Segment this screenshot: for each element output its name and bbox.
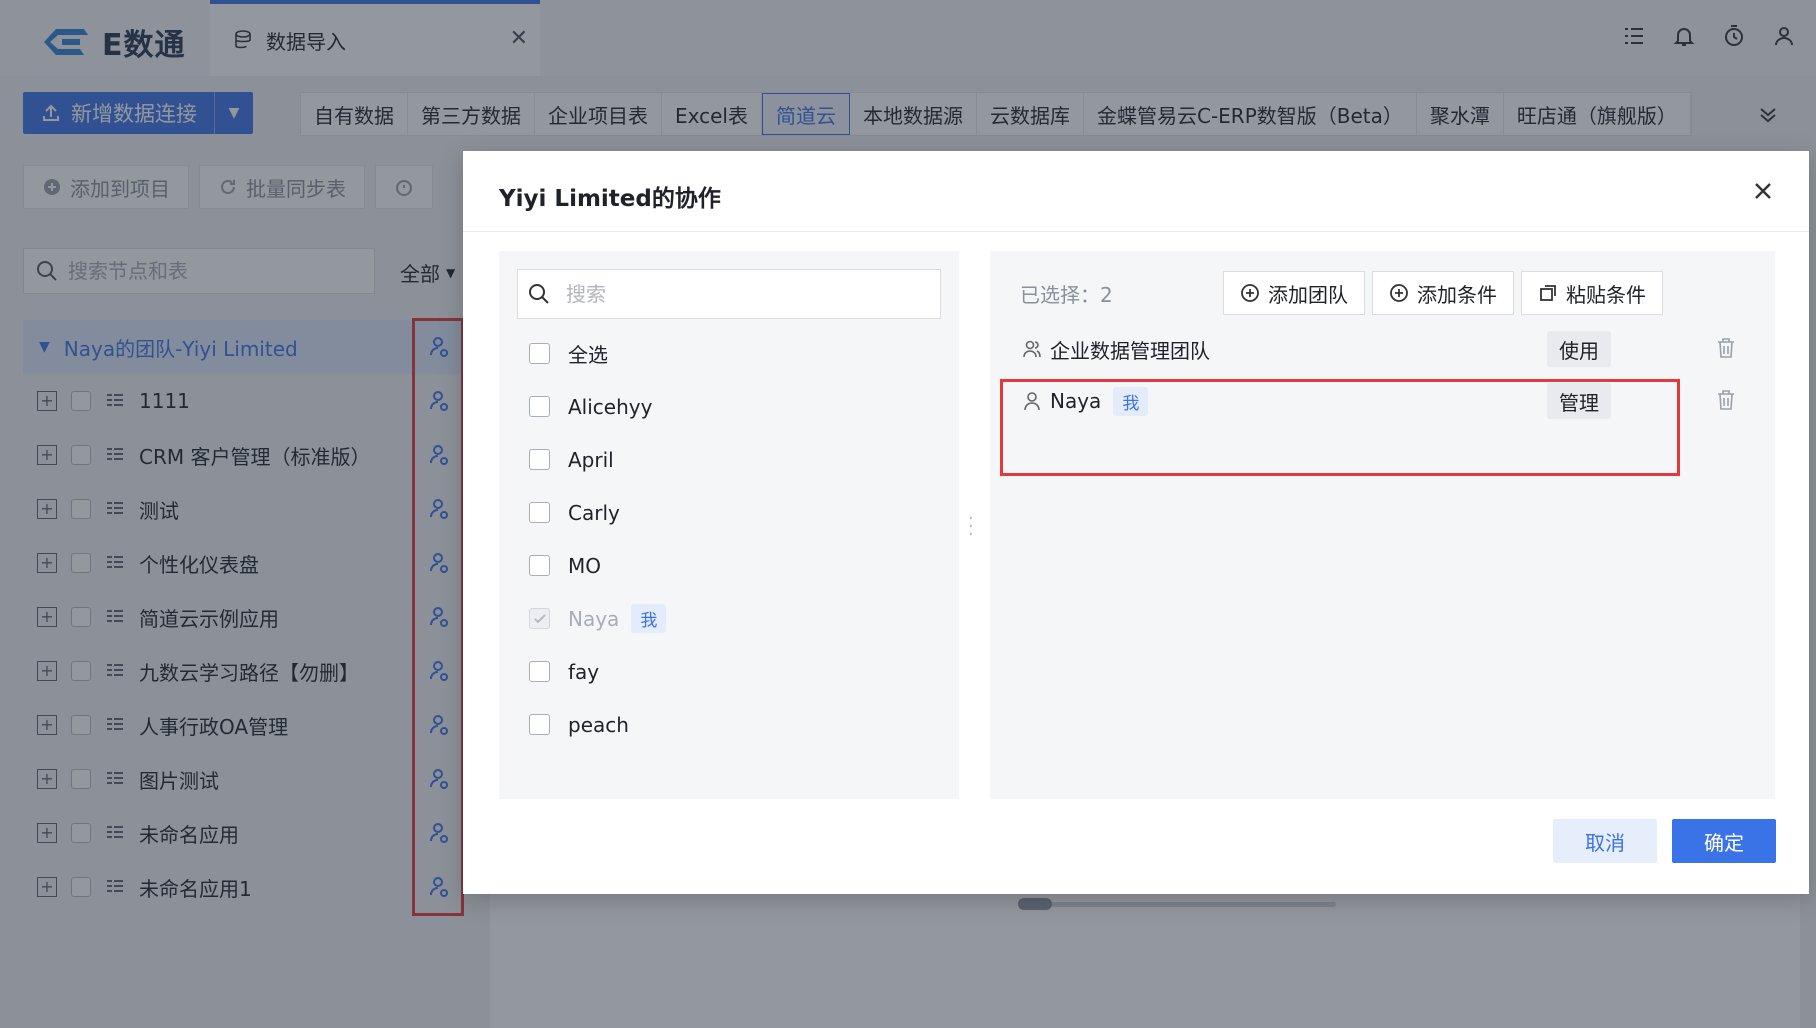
- selected-name: 企业数据管理团队: [1050, 338, 1210, 363]
- trash-icon[interactable]: [1716, 389, 1736, 411]
- check-icon: [533, 613, 546, 623]
- paste-condition-button[interactable]: 粘贴条件: [1521, 271, 1663, 315]
- checkbox[interactable]: [529, 502, 550, 523]
- member-name: MO: [568, 553, 601, 578]
- plus-circle-icon: [1390, 284, 1408, 302]
- add-team-label: 添加团队: [1268, 282, 1348, 307]
- member-item[interactable]: April: [529, 433, 666, 486]
- member-name: Naya: [568, 606, 620, 631]
- member-name: Alicehyy: [568, 394, 653, 419]
- add-condition-button[interactable]: 添加条件: [1372, 271, 1514, 315]
- add-condition-label: 添加条件: [1417, 282, 1497, 307]
- cancel-button[interactable]: 取消: [1553, 819, 1657, 863]
- select-all-label: 全选: [568, 343, 608, 367]
- member-item[interactable]: Alicehyy: [529, 380, 666, 433]
- member-name: peach: [568, 712, 629, 737]
- confirm-button[interactable]: 确定: [1672, 819, 1776, 863]
- select-all-checkbox[interactable]: 全选: [529, 327, 666, 380]
- team-icon: [1022, 339, 1042, 359]
- member-name: April: [568, 447, 614, 472]
- add-team-button[interactable]: 添加团队: [1223, 271, 1365, 315]
- member-item[interactable]: peach: [529, 698, 666, 751]
- me-tag: 我: [631, 604, 667, 633]
- selected-item: 企业数据管理团队 使用: [1002, 323, 1758, 375]
- selected-count: 已选择：2: [1020, 283, 1113, 307]
- member-name: Carly: [568, 500, 620, 525]
- collaboration-dialog: Yiyi Limited的协作 全选 Alicehyy April Carly MO N…: [463, 151, 1809, 894]
- checkbox[interactable]: [529, 555, 550, 576]
- selected-list-highlight: [1000, 379, 1680, 476]
- permission-select[interactable]: 使用: [1547, 331, 1611, 367]
- checkbox[interactable]: [529, 661, 550, 682]
- search-icon: [529, 284, 549, 304]
- member-item[interactable]: MO: [529, 539, 666, 592]
- member-search-input[interactable]: [564, 281, 924, 307]
- member-item[interactable]: fay: [529, 645, 666, 698]
- member-search[interactable]: [517, 269, 941, 319]
- member-item: Naya 我: [529, 592, 667, 645]
- divider: [463, 231, 1809, 232]
- splitter-handle[interactable]: · · ·: [968, 510, 974, 544]
- trash-icon[interactable]: [1716, 337, 1736, 359]
- checkbox[interactable]: [529, 449, 550, 470]
- member-item[interactable]: Carly: [529, 486, 666, 539]
- member-pane: 全选 Alicehyy April Carly MO Naya 我 fay peach: [499, 251, 959, 799]
- checkbox[interactable]: [529, 714, 550, 735]
- checkbox[interactable]: [529, 343, 550, 364]
- member-list: 全选 Alicehyy April Carly MO Naya 我 fay peach: [529, 327, 667, 751]
- checkbox[interactable]: [529, 396, 550, 417]
- dialog-title: Yiyi Limited的协作: [499, 186, 721, 212]
- selected-pane: 已选择：2 添加团队 添加条件 粘贴条件 企业数据管理团队 使用 Naya 我管理: [990, 251, 1775, 799]
- paste-condition-label: 粘贴条件: [1566, 282, 1646, 307]
- paste-icon: [1540, 285, 1556, 301]
- plus-circle-icon: [1241, 284, 1259, 302]
- close-icon[interactable]: [1751, 179, 1775, 203]
- member-name: fay: [568, 659, 600, 684]
- checkbox: [529, 608, 550, 629]
